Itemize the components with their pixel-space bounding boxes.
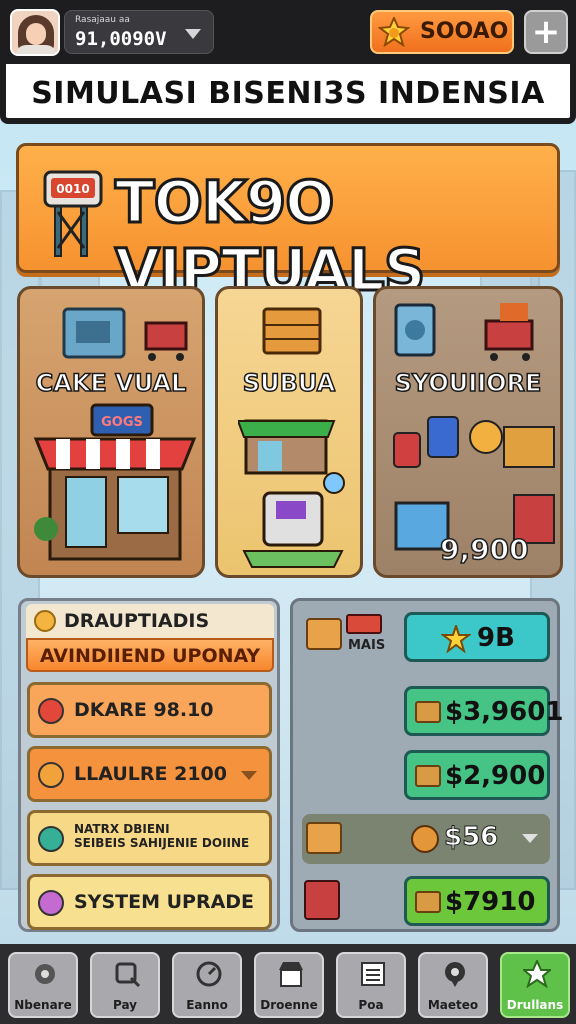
bottom-nav: Nbenare Pay Eanno Droenne Poa Maeteo Dru… (0, 944, 576, 1024)
star-icon (523, 960, 551, 988)
upgrades-header: DRAUPTIADIS (26, 604, 274, 638)
gem-icon (38, 826, 64, 852)
card-label: SYOUIIORE (394, 368, 542, 398)
price-value: $56 (443, 822, 499, 853)
upgrades-subheader[interactable]: AVINDIIEND UPONAY (26, 638, 274, 672)
cart-icon (394, 303, 534, 361)
nav-item-pay[interactable]: Pay (90, 952, 160, 1018)
card-label: SUBUA (242, 368, 336, 398)
nav-item-droenne[interactable]: Droenne (254, 952, 324, 1018)
chevron-down-icon (522, 834, 538, 843)
upgrade-row-2[interactable]: LLAULRE 2100 (27, 746, 272, 802)
price-button-1[interactable]: 9B (404, 612, 550, 662)
nav-label: Poa (358, 998, 384, 1012)
box-icon (306, 822, 342, 854)
upgrades-heading: DRAUPTIADIS (64, 610, 210, 632)
upgrade-row-1[interactable]: DKARE 98.10 (27, 682, 272, 738)
game-title-bar: SIMULASI BISENI3S INDENSIA (0, 64, 576, 124)
upgrade-row-3[interactable]: NATRX DBIENI SEIBEIS SAHIJENIE DOIINE (27, 810, 272, 866)
game-title: SIMULASI BISENI3S INDENSIA (31, 76, 545, 111)
sun-icon (441, 625, 471, 653)
coin-star-icon (378, 17, 410, 47)
business-card-syouiiore[interactable]: SYOUIIORE 9,900 (373, 286, 563, 578)
upgrade-label: DKARE 98.10 (74, 699, 214, 721)
bread-icon (411, 825, 439, 853)
store-sign-icon: 0010 (43, 170, 103, 257)
apple-icon (38, 698, 64, 724)
nav-label: Drullans (506, 998, 564, 1012)
chat-icon (445, 962, 465, 987)
nav-label: Eanno (186, 998, 228, 1012)
gear-icon (35, 964, 55, 984)
store-banner: 0010 TOK9O VIPTUALS (16, 143, 560, 306)
inventory-tag: MAIS (348, 638, 386, 653)
kiosk-icon (238, 419, 345, 568)
chevron-down-icon (185, 29, 201, 39)
nav-item-nbenare[interactable]: Nbenare (8, 952, 78, 1018)
magnifier-icon (115, 962, 141, 988)
nav-label: Pay (112, 998, 138, 1012)
nav-label: Maeteo (427, 998, 479, 1012)
storefront-sign-text: GOGS (101, 415, 143, 430)
upgrade-label: LLAULRE 2100 (74, 763, 227, 785)
storefront-icon: GOGS (33, 403, 197, 561)
crate-icon (262, 307, 322, 355)
account-dropdown[interactable]: Rasajaau aa 91,0090V (64, 10, 214, 54)
box-icon (415, 891, 441, 913)
box-icon (415, 701, 441, 723)
orb-icon (38, 890, 64, 916)
business-card-cake[interactable]: CAKE VUAL GOGS (17, 286, 205, 578)
price-button-3[interactable]: $2,900 (404, 750, 550, 800)
inventory-row-4[interactable]: $56 (302, 814, 550, 864)
price-value: 9B (477, 623, 515, 653)
upgrade-row-4[interactable]: SYSTEM UPRADE (27, 874, 272, 930)
account-balance: 91,0090V (75, 28, 167, 50)
upgrades-subheading: AVINDIIEND UPONAY (39, 645, 261, 667)
nav-item-eanno[interactable]: Eanno (172, 952, 242, 1018)
stack-icon (306, 618, 342, 650)
add-coins-button[interactable]: + (524, 10, 568, 54)
upgrade-label: NATRX DBIENI SEIBEIS SAHIJENIE DOIINE (74, 822, 250, 850)
store-sign-text: 0010 (56, 182, 89, 196)
price-value: $7910 (445, 887, 536, 917)
list-icon (361, 962, 385, 986)
clock-icon (196, 961, 222, 987)
account-label: Rasajaau aa (75, 15, 130, 25)
nav-label: Droenne (260, 998, 318, 1012)
avatar[interactable] (10, 9, 60, 56)
appliance-icon (62, 307, 188, 361)
nav-label: Nbenare (14, 998, 72, 1012)
nav-item-maeteo[interactable]: Maeteo (418, 952, 488, 1018)
card-label: CAKE VUAL (35, 368, 187, 398)
price-value: $2,900 (445, 761, 546, 791)
tag-icon (346, 614, 382, 634)
coin-icon (34, 610, 56, 632)
banner-title: TOK9O VIPTUALS (114, 167, 427, 306)
business-card-subua[interactable]: SUBUA (215, 286, 363, 578)
chevron-down-icon (241, 771, 257, 780)
box-icon (415, 765, 441, 787)
shop-icon (279, 962, 303, 987)
price-button-5[interactable]: $7910 (404, 876, 550, 926)
nav-item-drullans[interactable]: Drullans (500, 952, 570, 1018)
card-price: 9,900 (439, 532, 529, 567)
bread-icon (38, 762, 64, 788)
price-button-2[interactable]: $3,9601 (404, 686, 563, 736)
coin-balance[interactable]: SOOAO (370, 10, 514, 54)
upgrade-label: SYSTEM UPRADE (74, 891, 255, 913)
machine-icon (304, 880, 340, 920)
nav-item-poa[interactable]: Poa (336, 952, 406, 1018)
top-bar: Rasajaau aa 91,0090V SOOAO + (0, 0, 576, 64)
coin-value: SOOAO (420, 19, 509, 44)
price-value: $3,9601 (445, 697, 564, 727)
